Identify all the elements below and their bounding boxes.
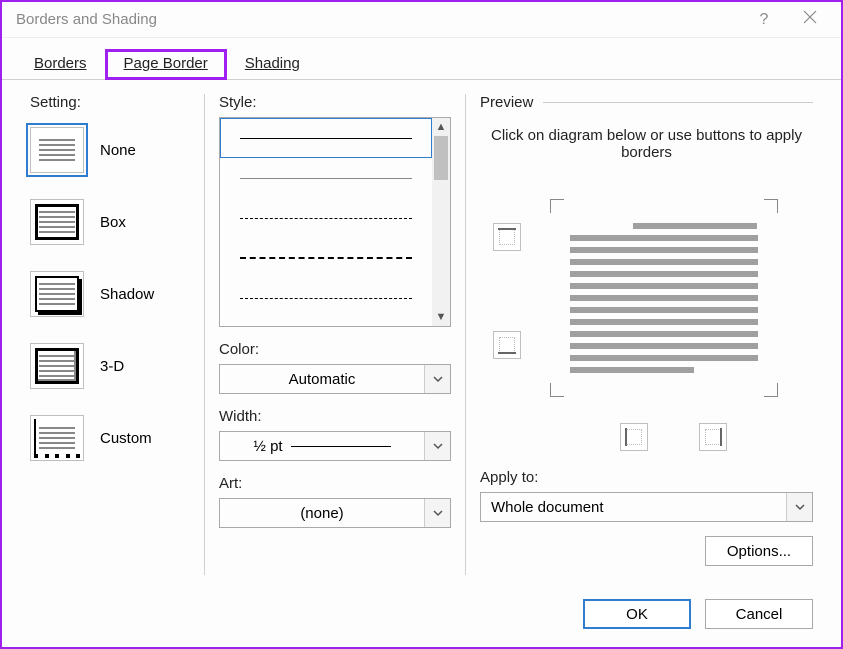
help-button[interactable]: ? xyxy=(741,2,787,37)
setting-custom[interactable]: Custom xyxy=(30,415,190,461)
setting-box[interactable]: Box xyxy=(30,199,190,245)
setting-3d-label: 3-D xyxy=(100,358,124,375)
separator xyxy=(465,94,466,575)
options-button[interactable]: Options... xyxy=(705,536,813,566)
setting-3d[interactable]: 3-D xyxy=(30,343,190,389)
apply-section: Apply to: Whole document Options... xyxy=(480,469,813,566)
scrollbar-thumb[interactable] xyxy=(434,136,448,180)
art-drop-icon[interactable] xyxy=(424,499,450,527)
apply-to-combo[interactable]: Whole document xyxy=(480,492,813,522)
setting-box-label: Box xyxy=(100,214,126,231)
style-label: Style: xyxy=(219,94,451,111)
cancel-button[interactable]: Cancel xyxy=(705,599,813,629)
dialog-footer: OK Cancel xyxy=(2,589,841,647)
art-label: Art: xyxy=(219,475,451,492)
preview-label: Preview xyxy=(480,94,533,111)
setting-label: Setting: xyxy=(30,94,190,111)
width-line-icon xyxy=(291,446,391,447)
ok-button[interactable]: OK xyxy=(583,599,691,629)
scroll-up-icon[interactable]: ▲ xyxy=(432,118,450,136)
style-fine-dash[interactable] xyxy=(220,198,432,238)
border-left-button[interactable] xyxy=(620,423,648,451)
style-section: Style: ▲ ▼ Color: Automatic xyxy=(219,94,451,575)
setting-none-icon xyxy=(30,127,84,173)
style-dash-dot[interactable] xyxy=(220,278,432,318)
tab-shading[interactable]: Shading xyxy=(227,49,318,80)
art-value: (none) xyxy=(220,505,424,522)
separator xyxy=(204,94,205,575)
style-scrollbar[interactable]: ▲ ▼ xyxy=(432,118,450,326)
setting-shadow[interactable]: Shadow xyxy=(30,271,190,317)
color-value: Automatic xyxy=(220,371,424,388)
tab-page-border[interactable]: Page Border xyxy=(105,49,227,80)
style-solid[interactable] xyxy=(220,118,432,158)
titlebar: Borders and Shading ? xyxy=(2,2,841,38)
setting-section: Setting: None Box xyxy=(30,94,190,575)
preview-page-icon xyxy=(564,213,764,383)
color-combo[interactable]: Automatic xyxy=(219,364,451,394)
color-label: Color: xyxy=(219,341,451,358)
preview-section: Preview Click on diagram below or use bu… xyxy=(480,94,813,575)
apply-to-value: Whole document xyxy=(481,499,786,516)
style-thin[interactable] xyxy=(220,158,432,198)
setting-3d-icon xyxy=(30,343,84,389)
tab-bar: Borders Page Border Shading xyxy=(2,38,841,80)
width-value: ½ pt xyxy=(220,438,424,455)
setting-custom-icon xyxy=(30,415,84,461)
setting-custom-label: Custom xyxy=(100,430,152,447)
setting-shadow-label: Shadow xyxy=(100,286,154,303)
close-icon xyxy=(803,10,817,29)
setting-shadow-icon xyxy=(30,271,84,317)
preview-hint: Click on diagram below or use buttons to… xyxy=(490,127,803,161)
border-top-button[interactable] xyxy=(493,223,521,251)
preview-diagram[interactable] xyxy=(534,183,813,413)
art-combo[interactable]: (none) xyxy=(219,498,451,528)
style-listbox[interactable]: ▲ ▼ xyxy=(219,117,451,327)
style-dash[interactable] xyxy=(220,238,432,278)
border-right-button[interactable] xyxy=(699,423,727,451)
tab-borders[interactable]: Borders xyxy=(16,49,105,80)
setting-none-label: None xyxy=(100,142,136,159)
setting-none[interactable]: None xyxy=(30,127,190,173)
color-drop-icon[interactable] xyxy=(424,365,450,393)
apply-to-drop-icon[interactable] xyxy=(786,493,812,521)
width-drop-icon[interactable] xyxy=(424,432,450,460)
scroll-down-icon[interactable]: ▼ xyxy=(432,308,450,326)
width-combo[interactable]: ½ pt xyxy=(219,431,451,461)
setting-box-icon xyxy=(30,199,84,245)
border-bottom-button[interactable] xyxy=(493,331,521,359)
apply-to-label: Apply to: xyxy=(480,469,813,486)
window-title: Borders and Shading xyxy=(16,11,157,28)
borders-shading-dialog: Borders and Shading ? Borders Page Borde… xyxy=(0,0,843,649)
width-label: Width: xyxy=(219,408,451,425)
close-button[interactable] xyxy=(787,2,833,37)
